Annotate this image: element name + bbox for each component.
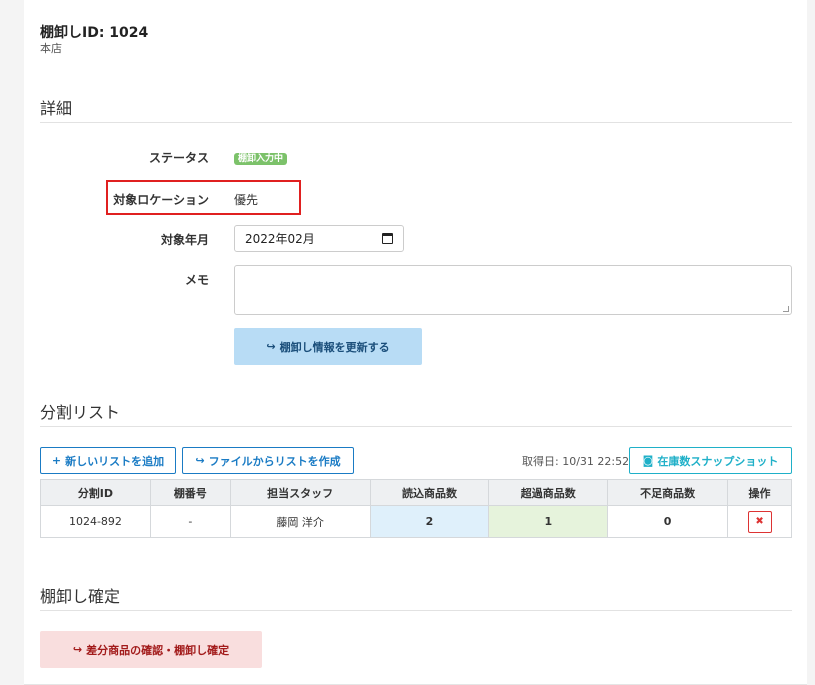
share-arrow-icon: ↪ — [266, 340, 276, 353]
share-arrow-icon: ↪ — [195, 454, 205, 467]
location-label: 対象ロケーション — [113, 193, 209, 207]
column-header: 読込商品数 — [369, 479, 490, 506]
staff-name: 藤岡 洋介 — [229, 505, 371, 538]
actions-cell: ✖ — [727, 505, 792, 538]
fetched-at: 取得日: 10/31 22:52 — [522, 455, 630, 468]
share-arrow-icon: ↪ — [72, 643, 83, 656]
add-list-button[interactable]: + 新しいリストを追加 — [40, 447, 176, 474]
page-title: 棚卸しID: 1024 — [40, 25, 149, 41]
excess-count: 1 — [488, 505, 609, 538]
column-header: 分割ID — [40, 479, 151, 506]
details-section-title: 詳細 — [40, 99, 73, 118]
month-value: 2022年02月 — [245, 232, 315, 246]
store-name: 本店 — [40, 42, 62, 55]
update-inventory-button[interactable]: ↪ 棚卸し情報を更新する — [234, 328, 422, 365]
table-header-row: 分割ID 棚番号 担当スタッフ 読込商品数 超過商品数 不足商品数 操作 — [40, 479, 792, 506]
close-icon: ✖ — [755, 516, 764, 527]
shelf-number: - — [149, 505, 231, 538]
table-row: 1024-892 - 藤岡 洋介 2 1 0 ✖ — [40, 505, 792, 538]
month-input[interactable]: 2022年02月 — [234, 225, 404, 252]
delete-button[interactable]: ✖ — [747, 510, 772, 533]
calendar-icon[interactable] — [382, 233, 393, 244]
status-badge: 棚卸入力中 — [234, 153, 288, 165]
split-id-link[interactable]: 1024-892 — [40, 505, 151, 538]
confirm-section-title: 棚卸し確定 — [40, 587, 121, 606]
inventory-card: 棚卸しID: 1024 本店 詳細 ステータス 棚卸入力中 対象ロケーション 優… — [24, 0, 807, 685]
memo-label: メモ — [184, 273, 209, 287]
divider — [40, 610, 792, 611]
column-header: 棚番号 — [149, 479, 231, 506]
column-header: 不足商品数 — [607, 479, 729, 506]
column-header: 担当スタッフ — [229, 479, 371, 506]
stock-snapshot-button[interactable]: ◙ 在庫数スナップショット — [629, 447, 792, 474]
month-label: 対象年月 — [160, 233, 209, 247]
confirm-inventory-button[interactable]: ↪ 差分商品の確認・棚卸し確定 — [40, 631, 262, 668]
split-list-table: 分割ID 棚番号 担当スタッフ 読込商品数 超過商品数 不足商品数 操作 102… — [40, 479, 792, 538]
column-header: 操作 — [727, 479, 792, 506]
resize-handle-icon[interactable] — [783, 306, 789, 312]
status-label: ステータス — [148, 151, 209, 165]
create-from-file-button[interactable]: ↪ ファイルからリストを作成 — [182, 447, 354, 474]
location-value: 優先 — [234, 193, 259, 207]
read-count: 2 — [369, 505, 490, 538]
shortage-count: 0 — [607, 505, 729, 538]
plus-icon: + — [51, 454, 62, 467]
memo-textarea[interactable] — [234, 265, 792, 315]
camera-icon: ◙ — [642, 454, 654, 467]
split-list-section-title: 分割リスト — [40, 403, 121, 422]
column-header: 超過商品数 — [488, 479, 609, 506]
divider — [40, 122, 792, 123]
divider — [40, 426, 792, 427]
